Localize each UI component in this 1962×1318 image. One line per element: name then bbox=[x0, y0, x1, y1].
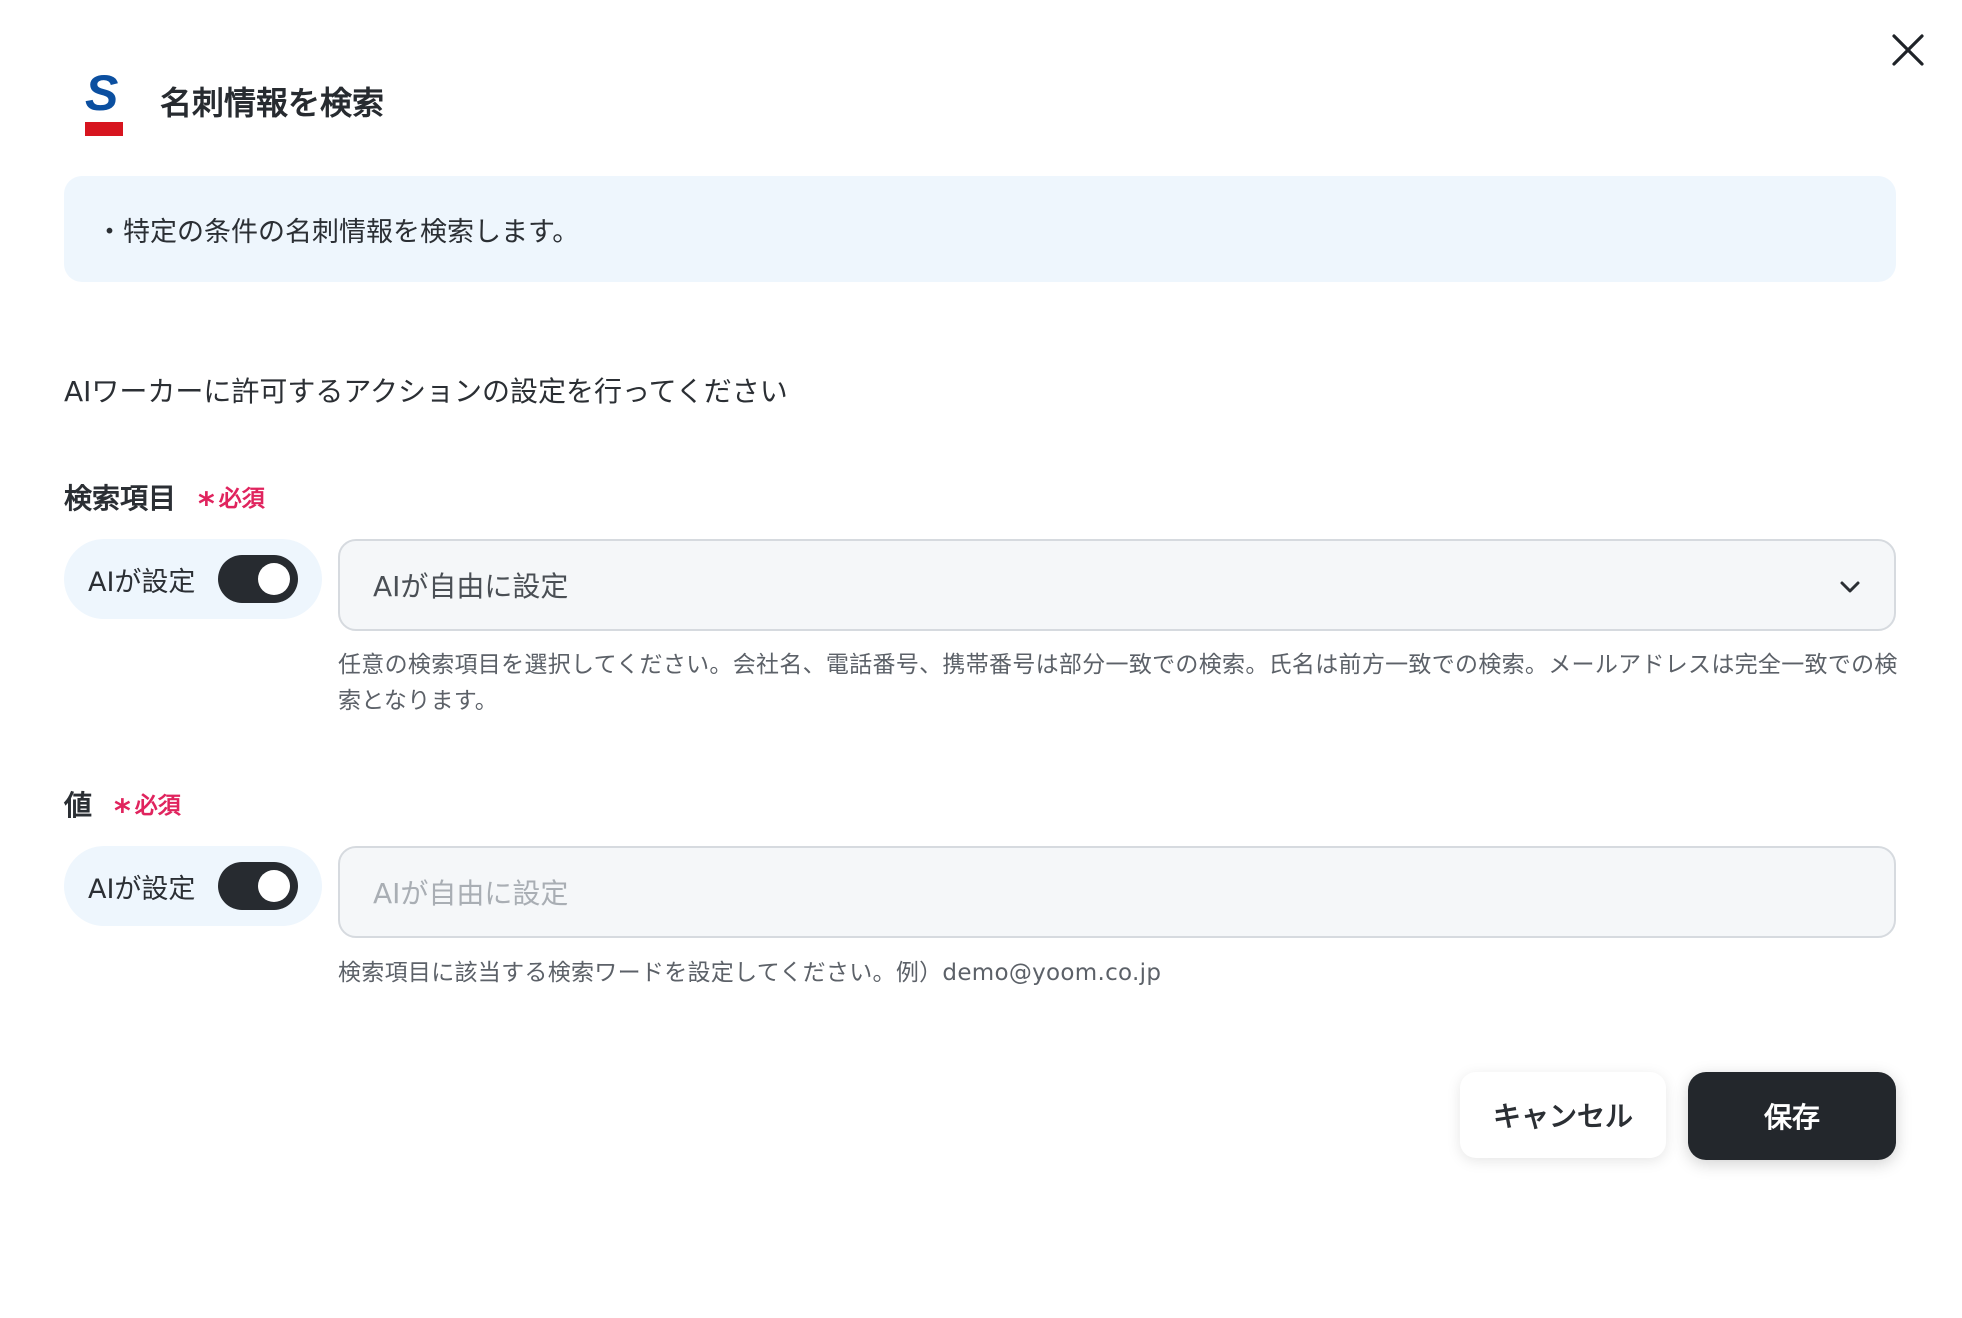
required-text: 必須 bbox=[134, 793, 181, 819]
value-input[interactable]: AIが自由に設定 bbox=[338, 846, 1896, 938]
toggle-knob bbox=[258, 563, 290, 595]
cancel-button[interactable]: キャンセル bbox=[1460, 1072, 1666, 1158]
value-input-placeholder: AIが自由に設定 bbox=[373, 877, 569, 910]
ai-toggle-label: AIが設定 bbox=[88, 873, 196, 905]
ai-toggle-value[interactable]: AIが設定 bbox=[64, 846, 322, 926]
required-badge: * 必須 bbox=[198, 479, 265, 523]
toggle-switch[interactable] bbox=[218, 555, 298, 603]
ai-toggle-search-item[interactable]: AIが設定 bbox=[64, 539, 322, 619]
info-box: ・特定の条件の名刺情報を検索します。 bbox=[64, 176, 1896, 282]
ai-toggle-label: AIが設定 bbox=[88, 566, 196, 598]
save-button[interactable]: 保存 bbox=[1688, 1072, 1896, 1160]
field-label-text: 値 bbox=[64, 789, 93, 822]
required-text: 必須 bbox=[218, 486, 265, 512]
required-asterisk: * bbox=[198, 485, 215, 523]
field-label-text: 検索項目 bbox=[64, 482, 177, 515]
svg-text:S: S bbox=[85, 70, 118, 121]
field-label-search-item: 検索項目 * 必須 bbox=[64, 479, 265, 523]
required-asterisk: * bbox=[114, 792, 131, 830]
search-item-select-value: AIが自由に設定 bbox=[373, 570, 569, 603]
sansan-logo-icon: S bbox=[82, 65, 126, 138]
value-help: 検索項目に該当する検索ワードを設定してください。例）demo@yoom.co.j… bbox=[338, 960, 1162, 986]
toggle-switch[interactable] bbox=[218, 862, 298, 910]
close-icon bbox=[1892, 34, 1924, 66]
field-label-value: 値 * 必須 bbox=[64, 786, 181, 830]
page-title: 名刺情報を検索 bbox=[160, 84, 385, 122]
search-item-help: 任意の検索項目を選択してください。会社名、電話番号、携帯番号は部分一致での検索。… bbox=[338, 652, 1898, 714]
close-button[interactable] bbox=[1886, 28, 1930, 72]
intro-text: AIワーカーに許可するアクションの設定を行ってください bbox=[64, 375, 788, 408]
toggle-knob bbox=[258, 870, 290, 902]
info-text: ・特定の条件の名刺情報を検索します。 bbox=[96, 216, 580, 248]
search-item-select[interactable]: AIが自由に設定 bbox=[338, 539, 1896, 631]
chevron-down-icon bbox=[1840, 581, 1860, 593]
required-badge: * 必須 bbox=[114, 786, 181, 830]
